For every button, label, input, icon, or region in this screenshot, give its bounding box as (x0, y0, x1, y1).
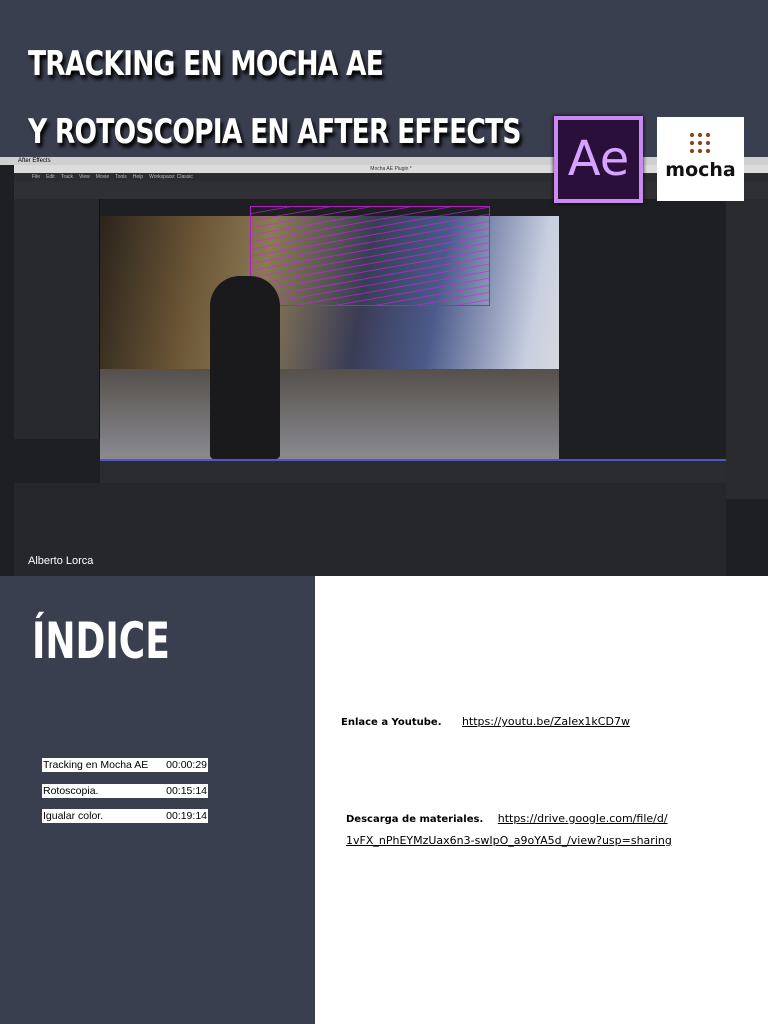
parameters-panel (14, 483, 726, 576)
menu-item: Workspace: Classic (149, 174, 193, 180)
toc-item[interactable]: Rotoscopia. 00:15:14 (42, 784, 208, 798)
toc-item[interactable]: Igualar color. 00:19:14 (42, 809, 208, 823)
menu-item: Edit (46, 174, 55, 180)
header-section: TRACKING EN MOCHA AE Y ROTOSCOPIA EN AFT… (0, 0, 768, 576)
right-panel (726, 199, 768, 499)
tracking-grid (250, 206, 490, 306)
menu-item: Track (60, 174, 74, 180)
index-title: ÍNDICE (32, 612, 170, 670)
toc-item[interactable]: Tracking en Mocha AE 00:00:29 (42, 758, 208, 772)
youtube-label: Enlace a Youtube. (341, 717, 442, 728)
links-panel (315, 576, 768, 1024)
menu-item: Help (132, 174, 144, 180)
toolbar (14, 181, 768, 199)
menu-item: Movie (95, 174, 110, 180)
video-frame (100, 206, 559, 459)
title-line-2: Y ROTOSCOPIA EN AFTER EFFECTS (28, 112, 522, 152)
timeline (100, 459, 726, 483)
mocha-dots-icon (687, 131, 714, 157)
layers-panel (14, 199, 100, 439)
title-line-1: TRACKING EN MOCHA AE (28, 44, 384, 84)
mocha-logo: mocha (657, 117, 744, 201)
mocha-screenshot: After Effects Mocha AE Plugin * File Edit… (0, 157, 768, 576)
download-label: Descarga de materiales. (346, 814, 484, 825)
mac-menubar: After Effects (0, 157, 768, 165)
street (100, 369, 559, 459)
window-title: Mocha AE Plugin * (14, 165, 768, 173)
app-menu: File Edit Track View Movie Tools Help Workspace… (14, 173, 768, 181)
author-name: Alberto Lorca (28, 555, 94, 567)
download-link-continued[interactable]: 1vFX_nPhEYMzUax6n3-swIpO_a9oYA5d_/view?u… (346, 834, 672, 847)
download-link[interactable]: https://drive.google.com/file/d/ (498, 812, 668, 825)
after-effects-logo: Ae (554, 116, 643, 203)
youtube-link[interactable]: https://youtu.be/ZaIex1kCD7w (462, 715, 630, 728)
menu-item: File (32, 174, 41, 180)
person (210, 276, 280, 459)
menu-item: Tools (115, 174, 127, 180)
menu-item: View (79, 174, 90, 180)
